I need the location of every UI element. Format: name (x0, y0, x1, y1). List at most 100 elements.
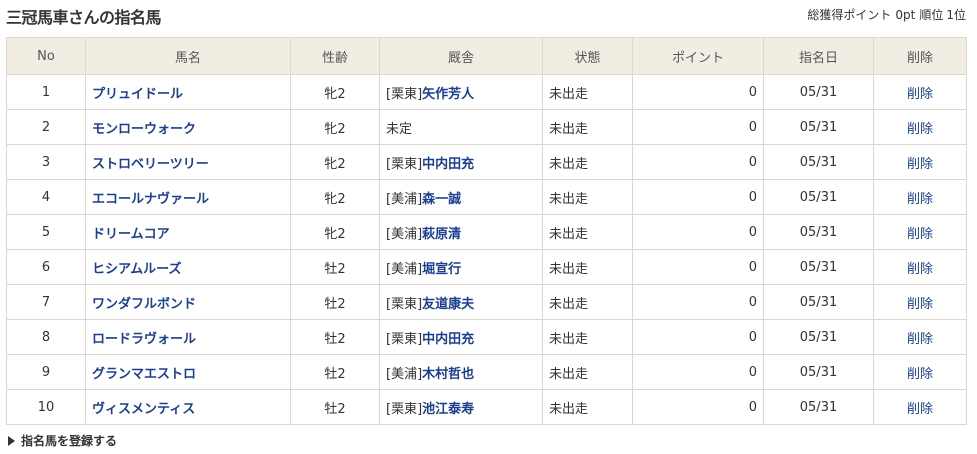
page-header: 三冠馬車さんの指名馬 総獲得ポイント 0pt 順位 1位 (0, 0, 977, 34)
status: 未出走 (542, 284, 633, 320)
nomination-date: 05/31 (763, 284, 874, 320)
stable-cell: [栗東]池江泰寿 (379, 389, 543, 425)
delete-cell: 削除 (873, 214, 967, 250)
points: 0 (632, 74, 764, 110)
sex-age: 牡2 (290, 389, 380, 425)
nomination-date: 05/31 (763, 354, 874, 390)
trainer-link[interactable]: 友道康夫 (422, 297, 474, 312)
horse-name-link[interactable]: プリュイドール (92, 87, 183, 102)
nomination-date: 05/31 (763, 179, 874, 215)
delete-link[interactable]: 削除 (907, 332, 933, 347)
points: 0 (632, 214, 764, 250)
nomination-date: 05/31 (763, 319, 874, 355)
table-row: 8 ロードラヴォール 牡2 [栗東]中内田充 未出走 0 05/31 削除 (6, 319, 967, 355)
row-number: 8 (6, 319, 86, 355)
delete-link[interactable]: 削除 (907, 122, 933, 137)
status: 未出走 (542, 179, 633, 215)
delete-cell: 削除 (873, 354, 967, 390)
horse-name-link[interactable]: グランマエストロ (92, 367, 196, 382)
table-row: 2 モンローウォーク 牝2 未定 未出走 0 05/31 削除 (6, 109, 967, 145)
horse-name-link[interactable]: モンローウォーク (92, 122, 196, 137)
table-row: 1 プリュイドール 牝2 [栗東]矢作芳人 未出走 0 05/31 削除 (6, 74, 967, 110)
stable-cell: [美浦]森一誠 (379, 179, 543, 215)
sex-age: 牡2 (290, 249, 380, 285)
column-header-delete: 削除 (873, 37, 967, 75)
delete-link[interactable]: 削除 (907, 192, 933, 207)
total-points-label: 総獲得ポイント (807, 8, 892, 22)
row-number: 4 (6, 179, 86, 215)
sex-age: 牡2 (290, 284, 380, 320)
nomination-date: 05/31 (763, 214, 874, 250)
horse-name-cell: ワンダフルボンド (85, 284, 291, 320)
horse-name-link[interactable]: ワンダフルボンド (92, 297, 196, 312)
row-number: 3 (6, 144, 86, 180)
sex-age: 牝2 (290, 214, 380, 250)
row-number: 5 (6, 214, 86, 250)
horse-name-link[interactable]: エコールナヴァール (92, 192, 209, 207)
table-body: 1 プリュイドール 牝2 [栗東]矢作芳人 未出走 0 05/31 削除 2 モンローウォーク 牝2… (6, 74, 967, 425)
horse-name-link[interactable]: ヒシアムルーズ (92, 262, 181, 277)
points: 0 (632, 179, 764, 215)
sex-age: 牝2 (290, 179, 380, 215)
horse-name-cell: ヴィスメンティス (85, 389, 291, 425)
status: 未出走 (542, 389, 633, 425)
status: 未出走 (542, 319, 633, 355)
points: 0 (632, 319, 764, 355)
delete-link[interactable]: 削除 (907, 227, 933, 242)
delete-link[interactable]: 削除 (907, 297, 933, 312)
trainer-link[interactable]: 森一誠 (422, 192, 461, 207)
register-horse-link[interactable]: 指名馬を登録する (8, 432, 117, 449)
delete-cell: 削除 (873, 249, 967, 285)
nomination-date: 05/31 (763, 109, 874, 145)
stable-cell: [美浦]萩原清 (379, 214, 543, 250)
sex-age: 牡2 (290, 319, 380, 355)
stable-location: [美浦] (386, 261, 423, 277)
trainer-link[interactable]: 矢作芳人 (422, 87, 474, 102)
horse-name-link[interactable]: ストロベリーツリー (92, 157, 209, 172)
total-points-value: 0pt (895, 8, 916, 22)
status: 未出走 (542, 249, 633, 285)
table-row: 3 ストロベリーツリー 牝2 [栗東]中内田充 未出走 0 05/31 削除 (6, 144, 967, 180)
stable-location: [栗東] (386, 401, 423, 417)
status: 未出走 (542, 144, 633, 180)
trainer-link[interactable]: 木村哲也 (422, 367, 474, 382)
column-header-status: 状態 (542, 37, 633, 75)
table-row: 4 エコールナヴァール 牝2 [美浦]森一誠 未出走 0 05/31 削除 (6, 179, 967, 215)
status: 未出走 (542, 74, 633, 110)
trainer-link[interactable]: 萩原清 (422, 227, 461, 242)
status: 未出走 (542, 214, 633, 250)
page-title: 三冠馬車さんの指名馬 (6, 8, 162, 27)
trainer-link[interactable]: 中内田充 (422, 157, 474, 172)
stable-location: [栗東] (386, 296, 423, 312)
delete-link[interactable]: 削除 (907, 157, 933, 172)
nomination-date: 05/31 (763, 249, 874, 285)
stable-cell: [美浦]堀宣行 (379, 249, 543, 285)
points: 0 (632, 249, 764, 285)
trainer-link[interactable]: 中内田充 (422, 332, 474, 347)
delete-link[interactable]: 削除 (907, 262, 933, 277)
horse-name-cell: ロードラヴォール (85, 319, 291, 355)
horse-name-link[interactable]: ヴィスメンティス (92, 402, 195, 417)
stable-cell: [美浦]木村哲也 (379, 354, 543, 390)
delete-cell: 削除 (873, 389, 967, 425)
table-row: 5 ドリームコア 牝2 [美浦]萩原清 未出走 0 05/31 削除 (6, 214, 967, 250)
delete-link[interactable]: 削除 (907, 367, 933, 382)
horse-name-link[interactable]: ロードラヴォール (92, 332, 196, 347)
horse-name-cell: プリュイドール (85, 74, 291, 110)
delete-link[interactable]: 削除 (907, 87, 933, 102)
points: 0 (632, 144, 764, 180)
stable-location: [栗東] (386, 156, 423, 172)
trainer-link[interactable]: 池江泰寿 (422, 402, 474, 417)
row-number: 9 (6, 354, 86, 390)
table-row: 7 ワンダフルボンド 牡2 [栗東]友道康夫 未出走 0 05/31 削除 (6, 284, 967, 320)
stable-cell: [栗東]友道康夫 (379, 284, 543, 320)
horse-name-cell: グランマエストロ (85, 354, 291, 390)
row-number: 1 (6, 74, 86, 110)
nomination-date: 05/31 (763, 389, 874, 425)
stable-cell: [栗東]中内田充 (379, 319, 543, 355)
rank-value: 1位 (946, 8, 966, 22)
trainer-link[interactable]: 堀宣行 (422, 262, 461, 277)
points: 0 (632, 284, 764, 320)
horse-name-link[interactable]: ドリームコア (92, 227, 170, 242)
delete-link[interactable]: 削除 (907, 402, 933, 417)
